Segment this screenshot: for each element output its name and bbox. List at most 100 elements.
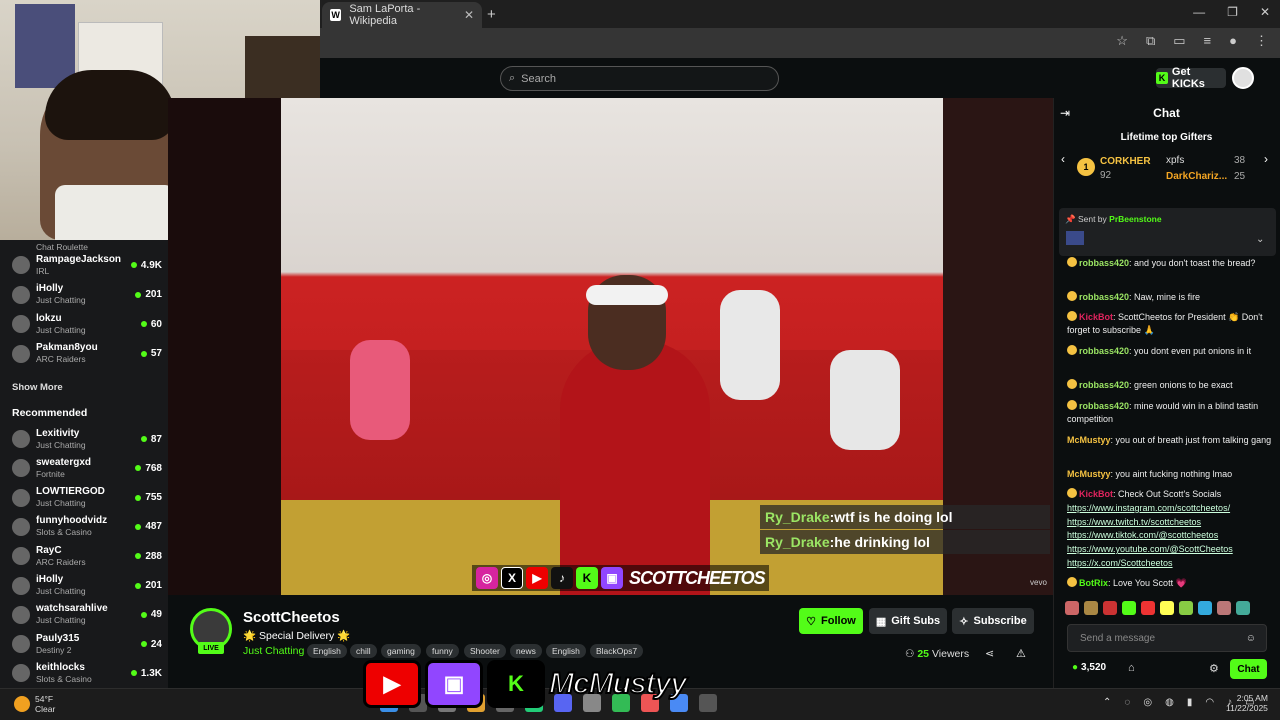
- user-avatar[interactable]: [1232, 67, 1254, 89]
- mic-icon[interactable]: ▮: [1187, 697, 1193, 708]
- sidebar-channel[interactable]: RayC ARC Raiders 288: [12, 542, 162, 570]
- stream-category[interactable]: Just Chatting: [243, 645, 304, 657]
- chat-username[interactable]: BotRix: [1079, 578, 1108, 588]
- chat-link[interactable]: https://www.instagram.com/scottcheetos/: [1067, 502, 1273, 515]
- channel-name[interactable]: ScottCheetos: [243, 609, 340, 626]
- emote-icon[interactable]: [1103, 601, 1117, 615]
- sidebar-channel[interactable]: sweatergxd Fortnite 768: [12, 454, 162, 482]
- prev-icon[interactable]: ‹: [1061, 152, 1065, 166]
- headband: [586, 285, 668, 305]
- tag[interactable]: news: [510, 644, 542, 658]
- follow-button[interactable]: ♡ Follow: [799, 608, 863, 634]
- search-input[interactable]: ⌕ Search: [500, 66, 779, 91]
- chat-username[interactable]: McMustyy: [1067, 435, 1111, 445]
- store-icon[interactable]: ⌂: [1128, 662, 1135, 674]
- sidebar-channel[interactable]: LOWTIERGOD Just Chatting 755: [12, 484, 162, 512]
- chat-username[interactable]: McMustyy: [1067, 469, 1111, 479]
- sidebar-channel[interactable]: iHolly Just Chatting 201: [12, 281, 162, 309]
- new-tab-button[interactable]: +: [487, 6, 496, 23]
- chat-username[interactable]: robbass420: [1079, 258, 1129, 268]
- chat-text: and you don't toast the bread?: [1134, 258, 1256, 268]
- channel-name: funnyhoodvidz: [36, 515, 108, 527]
- tag[interactable]: BlackOps7: [590, 644, 644, 658]
- chat-text: Check Out Scott's Socials: [1118, 489, 1222, 499]
- channel-points[interactable]: 3,520: [1072, 662, 1106, 673]
- chat-username[interactable]: robbass420: [1079, 401, 1129, 411]
- settings-gear-icon[interactable]: ⚙: [1209, 662, 1219, 675]
- sidebar-channel[interactable]: watchsarahlive Just Chatting 49: [12, 601, 162, 629]
- chat-overlay-message: Ry_Drake : he drinking lol: [760, 530, 1050, 554]
- chevron-down-icon[interactable]: ⌄: [1256, 234, 1264, 245]
- sidebar-channel[interactable]: Lexitivity Just Chatting 87: [12, 425, 162, 453]
- sidebar-channel[interactable]: iHolly Just Chatting 201: [12, 572, 162, 600]
- chat-username[interactable]: robbass420: [1079, 292, 1129, 302]
- tag[interactable]: funny: [426, 644, 459, 658]
- channel-category: Just Chatting: [36, 615, 86, 626]
- kick-icon: K: [576, 567, 598, 589]
- close-window-icon[interactable]: ✕: [1260, 5, 1270, 19]
- wifi-icon[interactable]: ◠: [1205, 697, 1214, 708]
- profile-icon[interactable]: ●: [1229, 33, 1237, 49]
- subscribe-button[interactable]: ✧ Subscribe: [952, 608, 1034, 634]
- restore-icon[interactable]: ❐: [1227, 5, 1238, 19]
- chat-username[interactable]: KickBot: [1079, 312, 1113, 322]
- chat-link[interactable]: https://www.twitch.tv/scottcheetos: [1067, 516, 1273, 529]
- app-icon[interactable]: [699, 694, 717, 712]
- report-icon[interactable]: ⚠: [1016, 647, 1026, 660]
- chat-send-button[interactable]: Chat: [1230, 659, 1267, 679]
- emote-icon[interactable]: [1198, 601, 1212, 615]
- tag[interactable]: English: [546, 644, 586, 658]
- emote-icon[interactable]: [1217, 601, 1231, 615]
- extensions-icon[interactable]: ⧉: [1146, 33, 1155, 49]
- bookmark-star-icon[interactable]: ☆: [1116, 33, 1128, 49]
- chat-username[interactable]: KickBot: [1079, 489, 1113, 499]
- tag[interactable]: gaming: [381, 644, 421, 658]
- cast-icon[interactable]: ▭: [1173, 33, 1185, 49]
- chat-message: KickBot: ScottCheetos for President 👏 Do…: [1067, 311, 1263, 335]
- chat-message: robbass420: green onions to be exact: [1067, 379, 1273, 392]
- tray-icon[interactable]: ◌: [1124, 697, 1130, 708]
- tray-icon[interactable]: ◍: [1165, 697, 1174, 708]
- gifter-name: CORKHER: [1100, 156, 1151, 167]
- sidebar-channel[interactable]: RampageJackson IRL 4.9K: [12, 251, 162, 279]
- chat-link[interactable]: https://www.tiktok.com/@scottcheetos: [1067, 529, 1273, 542]
- clock[interactable]: 2:05 AM 11/22/2025: [1226, 693, 1268, 713]
- emote-icon[interactable]: [1236, 601, 1250, 615]
- channel-avatar: [12, 517, 30, 536]
- emote-icon[interactable]: [1084, 601, 1098, 615]
- chat-username[interactable]: robbass420: [1079, 380, 1129, 390]
- chat-username[interactable]: robbass420: [1079, 346, 1129, 356]
- media-icon[interactable]: ≡: [1204, 33, 1212, 49]
- x-icon: X: [501, 567, 523, 589]
- show-more-button[interactable]: Show More: [12, 382, 63, 393]
- minimize-icon[interactable]: —: [1193, 5, 1205, 19]
- sidebar-channel[interactable]: funnyhoodvidz Slots & Casino 487: [12, 513, 162, 541]
- emote-icon[interactable]: [1141, 601, 1155, 615]
- tag[interactable]: chill: [350, 644, 377, 658]
- share-icon[interactable]: ⋖: [985, 647, 994, 660]
- emote-icon[interactable]: [1065, 601, 1079, 615]
- sidebar-channel[interactable]: Pauly315 Destiny 2 24: [12, 630, 162, 658]
- emoji-icon[interactable]: ☺: [1246, 633, 1256, 644]
- close-tab-icon[interactable]: ✕: [464, 8, 474, 22]
- get-kicks-button[interactable]: K Get KICKs: [1156, 66, 1226, 90]
- menu-icon[interactable]: ⋮: [1255, 33, 1268, 49]
- emote-icon[interactable]: [1179, 601, 1193, 615]
- browser-tab[interactable]: W Sam LaPorta - Wikipedia ✕: [322, 2, 482, 28]
- chevron-up-icon[interactable]: ⌃: [1103, 697, 1111, 708]
- emote-icon[interactable]: [1160, 601, 1174, 615]
- tag[interactable]: English: [307, 644, 347, 658]
- sidebar-channel[interactable]: keithlocks Slots & Casino 1.3K: [12, 659, 162, 687]
- tag[interactable]: Shooter: [464, 644, 506, 658]
- chat-link[interactable]: https://www.youtube.com/@ScottCheetos: [1067, 543, 1273, 556]
- channel-category: Slots & Casino: [36, 673, 92, 684]
- tray-icon[interactable]: ◎: [1143, 697, 1152, 708]
- chat-link[interactable]: https://x.com/Scottcheetos: [1067, 557, 1273, 570]
- next-icon[interactable]: ›: [1264, 152, 1268, 166]
- gift-subs-button[interactable]: ▦ Gift Subs: [869, 608, 947, 634]
- sidebar-channel[interactable]: lokzu Just Chatting 60: [12, 310, 162, 338]
- emote-icon[interactable]: [1122, 601, 1136, 615]
- sidebar-channel[interactable]: Pakman8you ARC Raiders 57: [12, 340, 162, 368]
- weather-widget[interactable]: 54°F Clear: [35, 694, 55, 714]
- chat-input[interactable]: Send a message ☺: [1067, 624, 1267, 652]
